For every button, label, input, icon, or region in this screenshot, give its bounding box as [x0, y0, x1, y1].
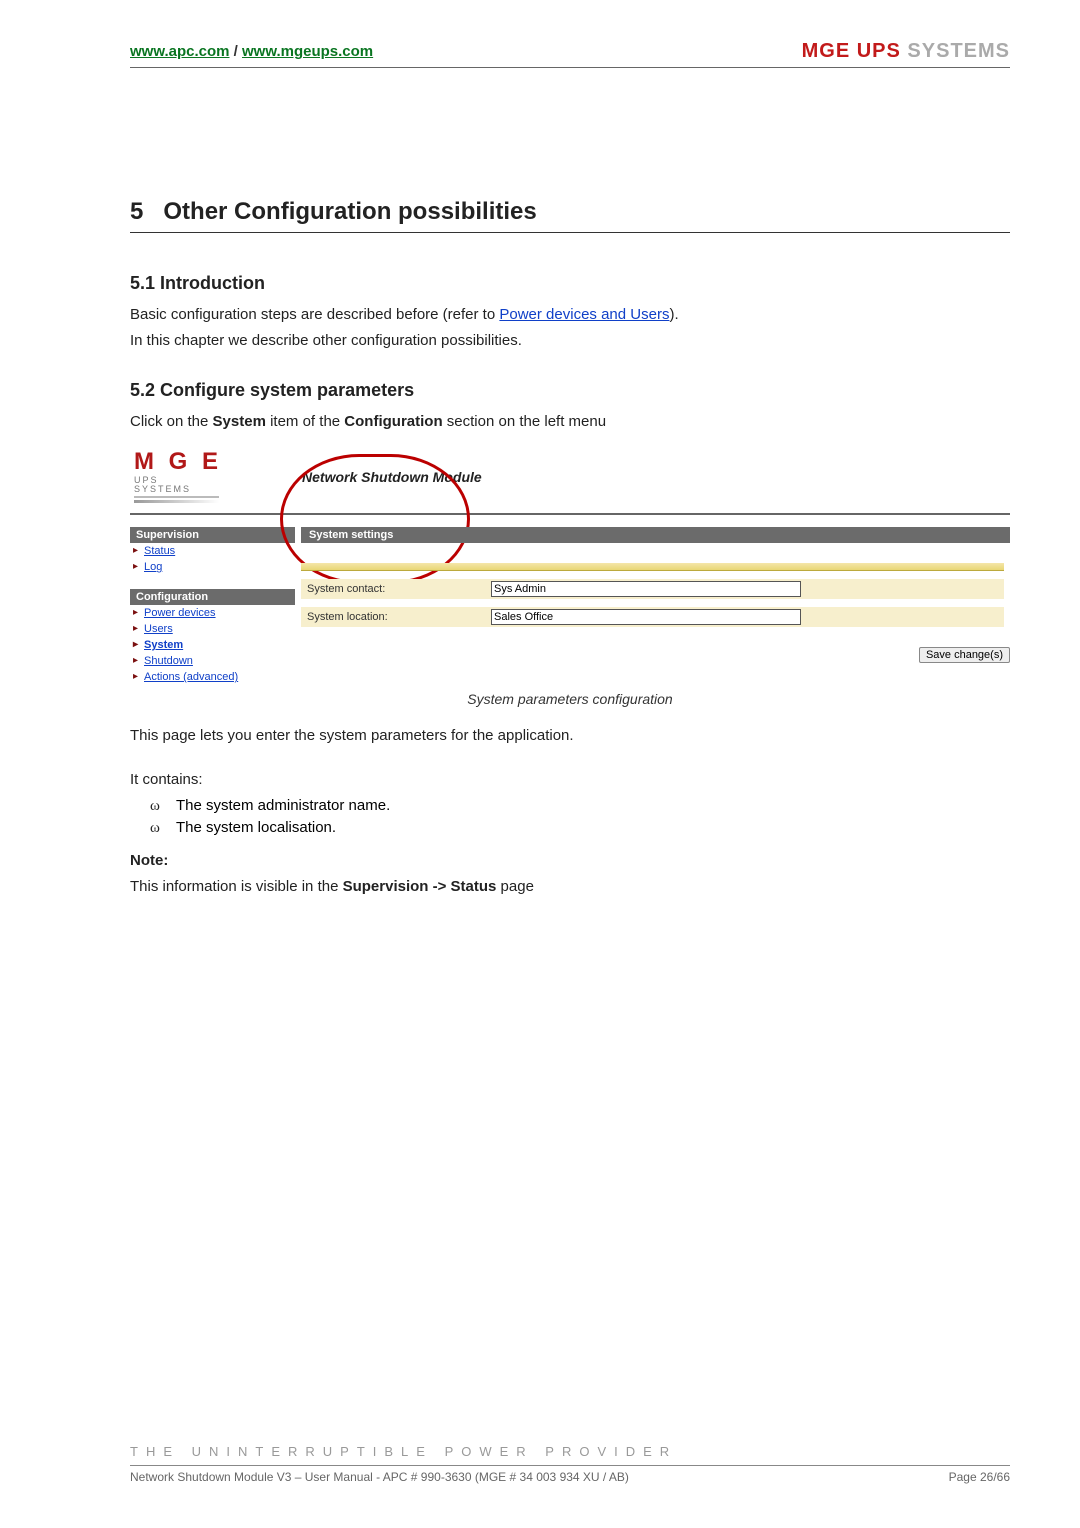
input-system-location[interactable] [491, 609, 801, 625]
chapter-heading: 5 Other Configuration possibilities [130, 198, 1010, 233]
logo-mge: MGE [802, 40, 857, 62]
ui-logo-big: M G E [134, 450, 222, 474]
brand-logo: MGE UPS SYSTEMS [802, 40, 1010, 63]
form-row-location: System location: [301, 607, 1004, 627]
contains-list: The system administrator name. The syste… [150, 795, 1010, 840]
input-system-contact[interactable] [491, 581, 801, 597]
list-item: The system administrator name. [150, 795, 1010, 818]
ui-logo-small: UPS SYSTEMS [134, 476, 219, 498]
intro-paragraph-2: In this chapter we describe other config… [130, 330, 1010, 352]
sec2-instruction: Click on the System item of the Configur… [130, 411, 1010, 433]
note-text: This information is visible in the Super… [130, 876, 1010, 898]
footer-doc-id: Network Shutdown Module V3 – User Manual… [130, 1470, 629, 1484]
footer-page-number: Page 26/66 [949, 1470, 1010, 1484]
after-paragraph-1: This page lets you enter the system para… [130, 725, 1010, 747]
list-item: The system localisation. [150, 817, 1010, 840]
page-footer: THE UNINTERRUPTIBLE POWER PROVIDER Netwo… [130, 1444, 1010, 1484]
sidebar-head-supervision: Supervision [130, 527, 295, 543]
ui-sidebar: Supervision Status Log Configuration Pow… [130, 515, 295, 685]
sidebar-item-status[interactable]: Status [130, 543, 295, 559]
link-mgeups[interactable]: www.mgeups.com [242, 43, 373, 60]
ui-logo: M G E UPS SYSTEMS [134, 450, 222, 503]
ui-main-panel: System settings System contact: System l… [295, 515, 1010, 685]
section-5-1-heading: 5.1 Introduction [130, 273, 1010, 294]
ui-logo-underline [134, 500, 219, 503]
logo-systems: SYSTEMS [907, 40, 1010, 62]
page-header: www.apc.com / www.mgeups.com MGE UPS SYS… [130, 40, 1010, 68]
note-label: Note: [130, 850, 1010, 872]
ui-app-title: Network Shutdown Module [302, 469, 482, 485]
label-system-location: System location: [301, 611, 491, 623]
label-system-contact: System contact: [301, 583, 491, 595]
chapter-title: Other Configuration possibilities [163, 198, 536, 225]
sidebar-item-system[interactable]: System [130, 637, 295, 653]
sidebar-item-power-devices[interactable]: Power devices [130, 605, 295, 621]
form-row-contact: System contact: [301, 579, 1004, 599]
intro-paragraph-1: Basic configuration steps are described … [130, 304, 1010, 326]
save-changes-button[interactable]: Save change(s) [919, 647, 1010, 663]
footer-tagline: THE UNINTERRUPTIBLE POWER PROVIDER [130, 1444, 1010, 1459]
sidebar-item-users[interactable]: Users [130, 621, 295, 637]
logo-ups: UPS [857, 40, 908, 62]
panel-divider [301, 563, 1004, 571]
header-links: www.apc.com / www.mgeups.com [130, 43, 373, 60]
link-separator: / [229, 43, 242, 60]
panel-title: System settings [301, 527, 1010, 543]
link-power-devices-users[interactable]: Power devices and Users [499, 306, 669, 323]
link-apc[interactable]: www.apc.com [130, 43, 229, 60]
embedded-screenshot: M G E UPS SYSTEMS Network Shutdown Modul… [130, 444, 1010, 685]
sidebar-head-configuration: Configuration [130, 589, 295, 605]
section-5-2-heading: 5.2 Configure system parameters [130, 380, 1010, 401]
ui-header-bar: M G E UPS SYSTEMS Network Shutdown Modul… [130, 444, 1010, 515]
sidebar-item-shutdown[interactable]: Shutdown [130, 653, 295, 669]
sidebar-item-actions-advanced[interactable]: Actions (advanced) [130, 669, 295, 685]
sidebar-item-log[interactable]: Log [130, 559, 295, 575]
after-paragraph-2: It contains: [130, 769, 1010, 791]
chapter-number: 5 [130, 198, 143, 225]
figure-caption: System parameters configuration [130, 691, 1010, 707]
